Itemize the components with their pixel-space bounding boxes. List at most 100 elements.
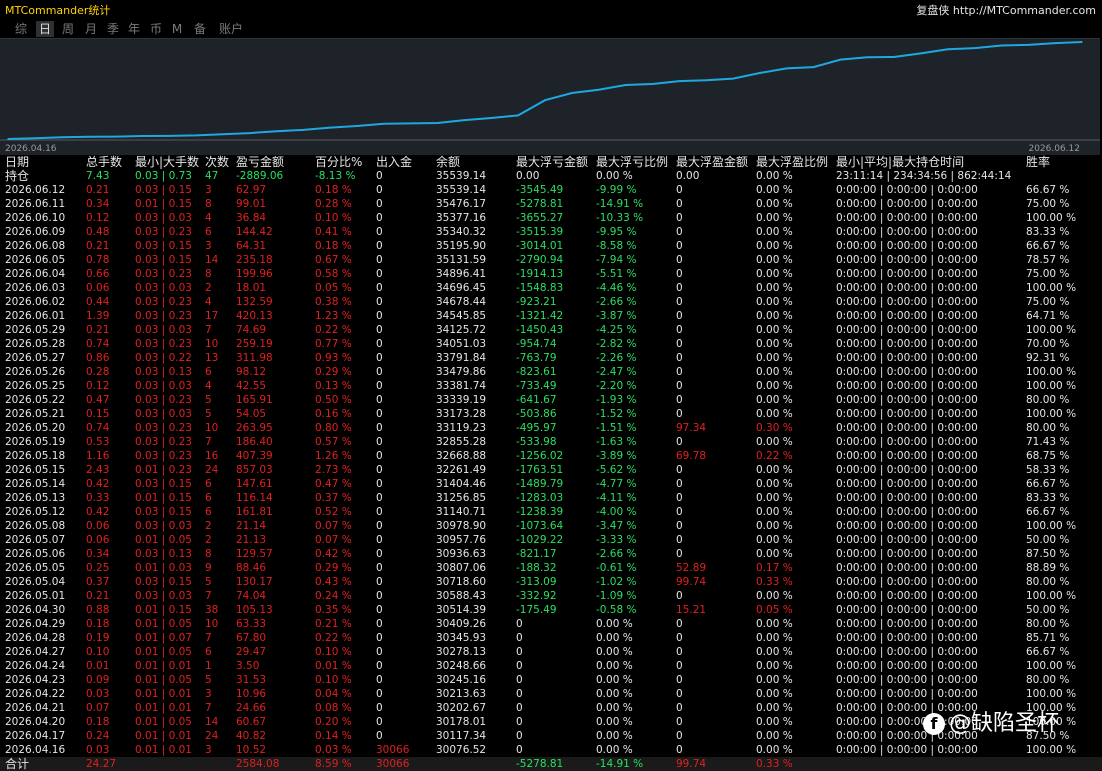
cell-percent: 百分比% [315,155,363,169]
tab-period-7[interactable]: M [170,21,184,37]
cell-pnl: 24.66 [236,702,267,714]
table-row: 2026.05.01 0.21 0.03 | 0.03 7 74.04 0.24 % 0 30… [0,589,1102,603]
cell-max-float-loss: -1914.13 [516,268,564,280]
cell-max-float-profit-pct: 0.00 % [756,198,793,210]
cell-max-float-loss-pct: -0.58 % [596,604,637,616]
cell-win-rate: 87.50 % [1026,548,1070,560]
cell-max-float-profit-pct: 0.00 % [756,632,793,644]
cell-pnl: 74.04 [236,590,267,602]
cell-balance: 31404.46 [436,478,487,490]
tab-period-6[interactable]: 币 [147,21,165,37]
tab-period-2[interactable]: 周 [59,21,77,37]
cell-max-float-loss: -503.86 [516,408,557,420]
cell-total-lots: 0.10 [86,646,110,658]
cell-balance: 30076.52 [436,744,487,756]
equity-point [222,133,224,135]
tab-period-4[interactable]: 季 [104,21,122,37]
cell-min-max-lots: 0.01 | 0.23 [135,464,192,476]
cell-max-float-loss: 0 [516,674,523,686]
cell-max-float-loss-pct: -7.94 % [596,254,637,266]
cell-total-lots: 0.12 [86,380,110,392]
cell-total-lots: 0.33 [86,492,110,504]
cell-hold-time: 0:00:00 | 0:00:00 | 0:00:00 [836,534,978,546]
cell-percent: 0.58 % [315,268,352,280]
cell-max-float-loss: -495.97 [516,422,557,434]
cell-balance: 30978.90 [436,520,487,532]
cell-deposit-withdraw: 0 [376,576,383,588]
cell-trade-count: 14 [205,716,219,728]
cell-pnl: 63.33 [236,618,267,630]
cell-win-rate: 50.00 % [1026,534,1070,546]
cell-trade-count: 3 [205,688,212,700]
cell-max-float-loss: -733.49 [516,380,557,392]
cell-max-float-profit-pct: 0.00 % [756,548,793,560]
cell-hold-time: 0:00:00 | 0:00:00 | 0:00:00 [836,492,978,504]
cell-total-lots: 0.78 [86,254,110,266]
cell-win-rate: 80.00 % [1026,674,1070,686]
cell-percent: 0.93 % [315,352,352,364]
cell-deposit-withdraw: 0 [376,450,383,462]
cell-balance: 34696.45 [436,282,487,294]
cell-date: 2026.05.04 [5,576,66,588]
tab-period-1[interactable]: 日 [36,21,54,37]
cell-max-float-loss: -954.74 [516,338,557,350]
cell-min-max-lots: 0.01 | 0.01 [135,702,192,714]
title-bar: MTCommander统计 复盘侠 http://MTCommander.com [0,0,1102,18]
cell-hold-time: 0:00:00 | 0:00:00 | 0:00:00 [836,254,978,266]
cell-max-float-profit: 0 [676,310,683,322]
cell-date: 2026.06.03 [5,282,66,294]
cell-max-float-profit: 0 [676,338,683,350]
cell-trade-count: 2 [205,282,212,294]
cell-max-float-loss: -2790.94 [516,254,564,266]
cell-deposit-withdraw: 0 [376,464,383,476]
cell-trade-count: 10 [205,338,219,350]
cell-max-float-loss-pct: 0.00 % [596,716,633,728]
cell-hold-time: 0:00:00 | 0:00:00 | 0:00:00 [836,366,978,378]
cell-min-max-lots: 0.03 | 0.73 [135,170,192,182]
cell-deposit-withdraw: 30066 [376,758,410,770]
cell-total-lots: 0.03 [86,688,110,700]
tab-period-9[interactable]: 账户 [217,21,245,37]
tab-period-5[interactable]: 年 [125,21,143,37]
cell-max-float-profit: 0 [676,618,683,630]
cell-max-float-loss: -1238.39 [516,506,564,518]
cell-max-float-profit: 0 [676,436,683,448]
cell-total-lots: 0.53 [86,436,110,448]
equity-chart: 2026.04.16 2026.06.12 [0,41,1100,154]
table-row: 2026.04.24 0.01 0.01 | 0.01 1 3.50 0.01 % 0 302… [0,659,1102,673]
cell-balance: 35131.59 [436,254,487,266]
equity-line [7,41,1083,140]
equity-point [785,67,788,70]
cell-deposit-withdraw: 0 [376,716,383,728]
cell-trade-count: 8 [205,548,212,560]
cell-win-rate: 100.00 % [1026,282,1077,294]
cell-max-float-profit-pct: 0.00 % [756,296,793,308]
table-row: 2026.05.19 0.53 0.03 | 0.23 7 186.40 0.57 % 0 3… [0,435,1102,449]
table-row: 2026.05.12 0.42 0.03 | 0.15 6 161.81 0.52 % 0 3… [0,505,1102,519]
cell-balance: 33339.19 [436,394,487,406]
cell-win-rate: 64.71 % [1026,310,1070,322]
equity-point [7,138,9,140]
cell-trade-count: 38 [205,604,219,616]
cell-balance: 30936.63 [436,548,487,560]
cell-max-float-profit-pct: 0.00 % [756,366,793,378]
equity-point [356,125,358,127]
cell-hold-time: 0:00:00 | 0:00:00 | 0:00:00 [836,422,978,434]
cell-max-float-profit: 0 [676,590,683,602]
cell-deposit-withdraw: 0 [376,646,383,658]
cell-max-float-profit-pct: 0.00 % [756,464,793,476]
cell-max-float-loss: -5278.81 [516,198,564,210]
cell-pnl: 99.01 [236,198,267,210]
cell-max-float-loss-pct: -2.47 % [596,366,637,378]
table-row: 2026.06.08 0.21 0.03 | 0.15 3 64.31 0.18 % 0 35… [0,239,1102,253]
tab-period-8[interactable]: 备 [191,21,209,37]
site-link[interactable]: 复盘侠 http://MTCommander.com [916,2,1096,18]
tab-period-0[interactable]: 综 [12,21,30,37]
tab-period-3[interactable]: 月 [82,21,100,37]
cell-percent: 0.52 % [315,506,352,518]
cell-min-max-lots: 0.03 | 0.23 [135,338,192,350]
cell-win-rate: 92.31 % [1026,352,1070,364]
cell-hold-time: 0:00:00 | 0:00:00 | 0:00:00 [836,450,978,462]
cell-deposit-withdraw: 0 [376,352,383,364]
cell-max-float-profit-pct: 0.00 % [756,212,793,224]
